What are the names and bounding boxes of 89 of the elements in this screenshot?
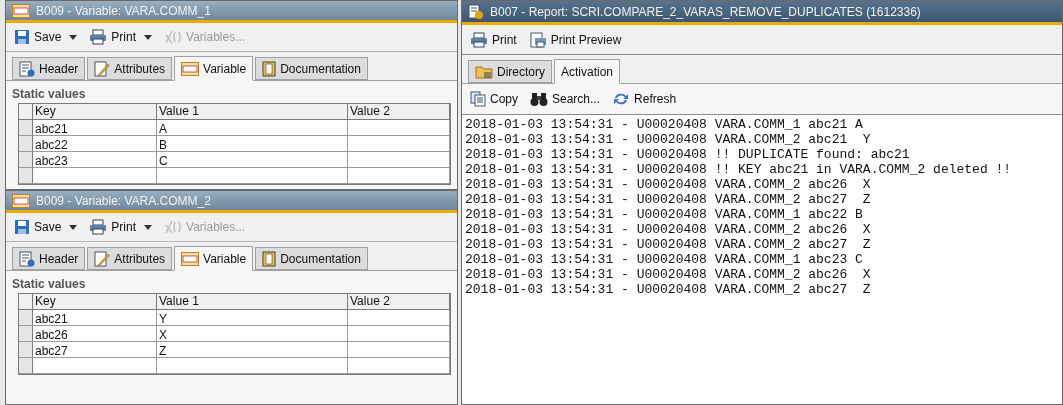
print-preview-icon	[528, 31, 547, 48]
row-header[interactable]	[19, 152, 33, 167]
copy-icon	[470, 91, 486, 107]
var-icon	[181, 251, 200, 266]
save-icon	[14, 219, 30, 235]
dropdown-button[interactable]: Print	[85, 216, 157, 238]
caret-icon	[69, 34, 78, 40]
group-title: Static values	[12, 276, 87, 293]
log-line: 2018-01-03 13:54:31 - U00020408 VARA.COMM_2 abc26 X	[465, 222, 872, 237]
caret-icon	[69, 224, 78, 230]
table-cell-text: Z	[158, 344, 168, 358]
var-icon	[12, 193, 30, 208]
toolbar-button[interactable]: Refresh	[608, 88, 681, 110]
window-title: B009 - Variable: VARA.COMM_1	[36, 2, 211, 20]
tab[interactable]: Variable	[174, 246, 254, 271]
log-line: 2018-01-03 13:54:31 - U00020408 VARA.COMM_2 abc27 Z	[465, 237, 872, 252]
row-header[interactable]	[19, 120, 33, 135]
table-cell-text: A	[158, 122, 168, 136]
var-icon	[12, 3, 30, 18]
row-header[interactable]	[19, 358, 33, 373]
table-cell-text: C	[158, 154, 169, 168]
var-icon	[181, 61, 200, 76]
tab[interactable]: Header	[12, 57, 86, 80]
row-header[interactable]	[19, 342, 33, 357]
report-icon	[468, 3, 484, 20]
group-title: Static values	[12, 86, 87, 103]
column-header: Value 2	[348, 104, 450, 119]
document-info-icon	[19, 250, 35, 267]
window-title: B009 - Variable: VARA.COMM_2	[36, 192, 211, 210]
table-cell-text: abc26	[34, 328, 69, 342]
column-header: Value 1	[157, 294, 348, 309]
table-cell-text: B	[158, 138, 168, 152]
variables-icon	[164, 219, 183, 235]
book-icon	[262, 60, 277, 77]
caret-icon	[144, 224, 153, 230]
toolbar-button[interactable]: Print Preview	[524, 28, 626, 51]
table-cell-text: Y	[158, 312, 168, 326]
table-cell-text: abc21	[34, 312, 69, 326]
tab[interactable]: Variable	[174, 56, 254, 81]
save-icon	[14, 29, 30, 45]
column-header: Value 1	[157, 104, 348, 119]
pencil-document-icon	[94, 250, 111, 267]
dropdown-button[interactable]: Save	[10, 26, 82, 48]
caret-icon	[144, 34, 153, 40]
toolbar-button[interactable]: Copy	[466, 88, 522, 110]
column-header: Key	[33, 104, 157, 119]
tab[interactable]: Documentation	[255, 57, 368, 80]
column-header: Key	[33, 294, 157, 309]
row-header[interactable]	[19, 136, 33, 151]
log-line: 2018-01-03 13:54:31 - U00020408 VARA.COMM_2 abc27 Z	[465, 282, 872, 297]
dropdown-button[interactable]: Print	[85, 26, 157, 48]
toolbar-button[interactable]: Search...	[526, 88, 605, 110]
toolbar-button[interactable]: Print	[466, 28, 521, 51]
log-line: 2018-01-03 13:54:31 - U00020408 VARA.COMM_1 abc23 C	[465, 252, 864, 267]
document-info-icon	[19, 60, 35, 77]
table-cell-text: abc27	[34, 344, 69, 358]
dropdown-button[interactable]: Save	[10, 216, 82, 238]
row-header[interactable]	[19, 310, 33, 325]
log-line: 2018-01-03 13:54:31 - U00020408 !! KEY abc21 in VARA.COMM_2 deleted !!	[465, 162, 1013, 177]
log-line: 2018-01-03 13:54:31 - U00020408 VARA.COMM_2 abc27 Z	[465, 192, 872, 207]
table-cell-text: abc23	[34, 154, 69, 168]
log-line: 2018-01-03 13:54:31 - U00020408 !! DUPLICATE found: abc21	[465, 147, 911, 162]
tab[interactable]: Attributes	[87, 247, 173, 270]
log-line: 2018-01-03 13:54:31 - U00020408 VARA.COMM_2 abc26 X	[465, 177, 872, 192]
column-header: Value 2	[348, 294, 450, 309]
printer-icon	[470, 31, 488, 48]
row-header[interactable]	[19, 168, 33, 183]
book-icon	[262, 250, 277, 267]
printer-icon	[89, 29, 108, 45]
log-line: 2018-01-03 13:54:31 - U00020408 VARA.COMM_1 abc22 B	[465, 207, 864, 222]
window-title: B007 - Report: SCRI.COMPARE_2_VARAS_REMOVE_DUPLICATES (1612336)	[490, 3, 921, 21]
variables-icon	[164, 29, 183, 45]
tab[interactable]: Directory	[468, 60, 552, 83]
log-line: 2018-01-03 13:54:31 - U00020408 VARA.COMM_1 abc21 A	[465, 117, 864, 132]
tab[interactable]: Attributes	[87, 57, 173, 80]
folder-icon	[475, 63, 493, 80]
tab[interactable]: Documentation	[255, 247, 368, 270]
row-header[interactable]	[19, 326, 33, 341]
refresh-icon	[612, 91, 631, 107]
table-cell-text: X	[158, 328, 168, 342]
printer-icon	[89, 219, 108, 235]
pencil-document-icon	[94, 60, 111, 77]
table-cell-text: abc22	[34, 138, 69, 152]
tab[interactable]: Activation	[554, 59, 621, 84]
tab[interactable]: Header	[12, 247, 86, 270]
log-line: 2018-01-03 13:54:31 - U00020408 VARA.COMM_2 abc26 X	[465, 267, 872, 282]
log-line: 2018-01-03 13:54:31 - U00020408 VARA.COMM_2 abc21 Y	[465, 132, 872, 147]
binoculars-icon	[530, 91, 548, 107]
table-cell-text: abc21	[34, 122, 69, 136]
